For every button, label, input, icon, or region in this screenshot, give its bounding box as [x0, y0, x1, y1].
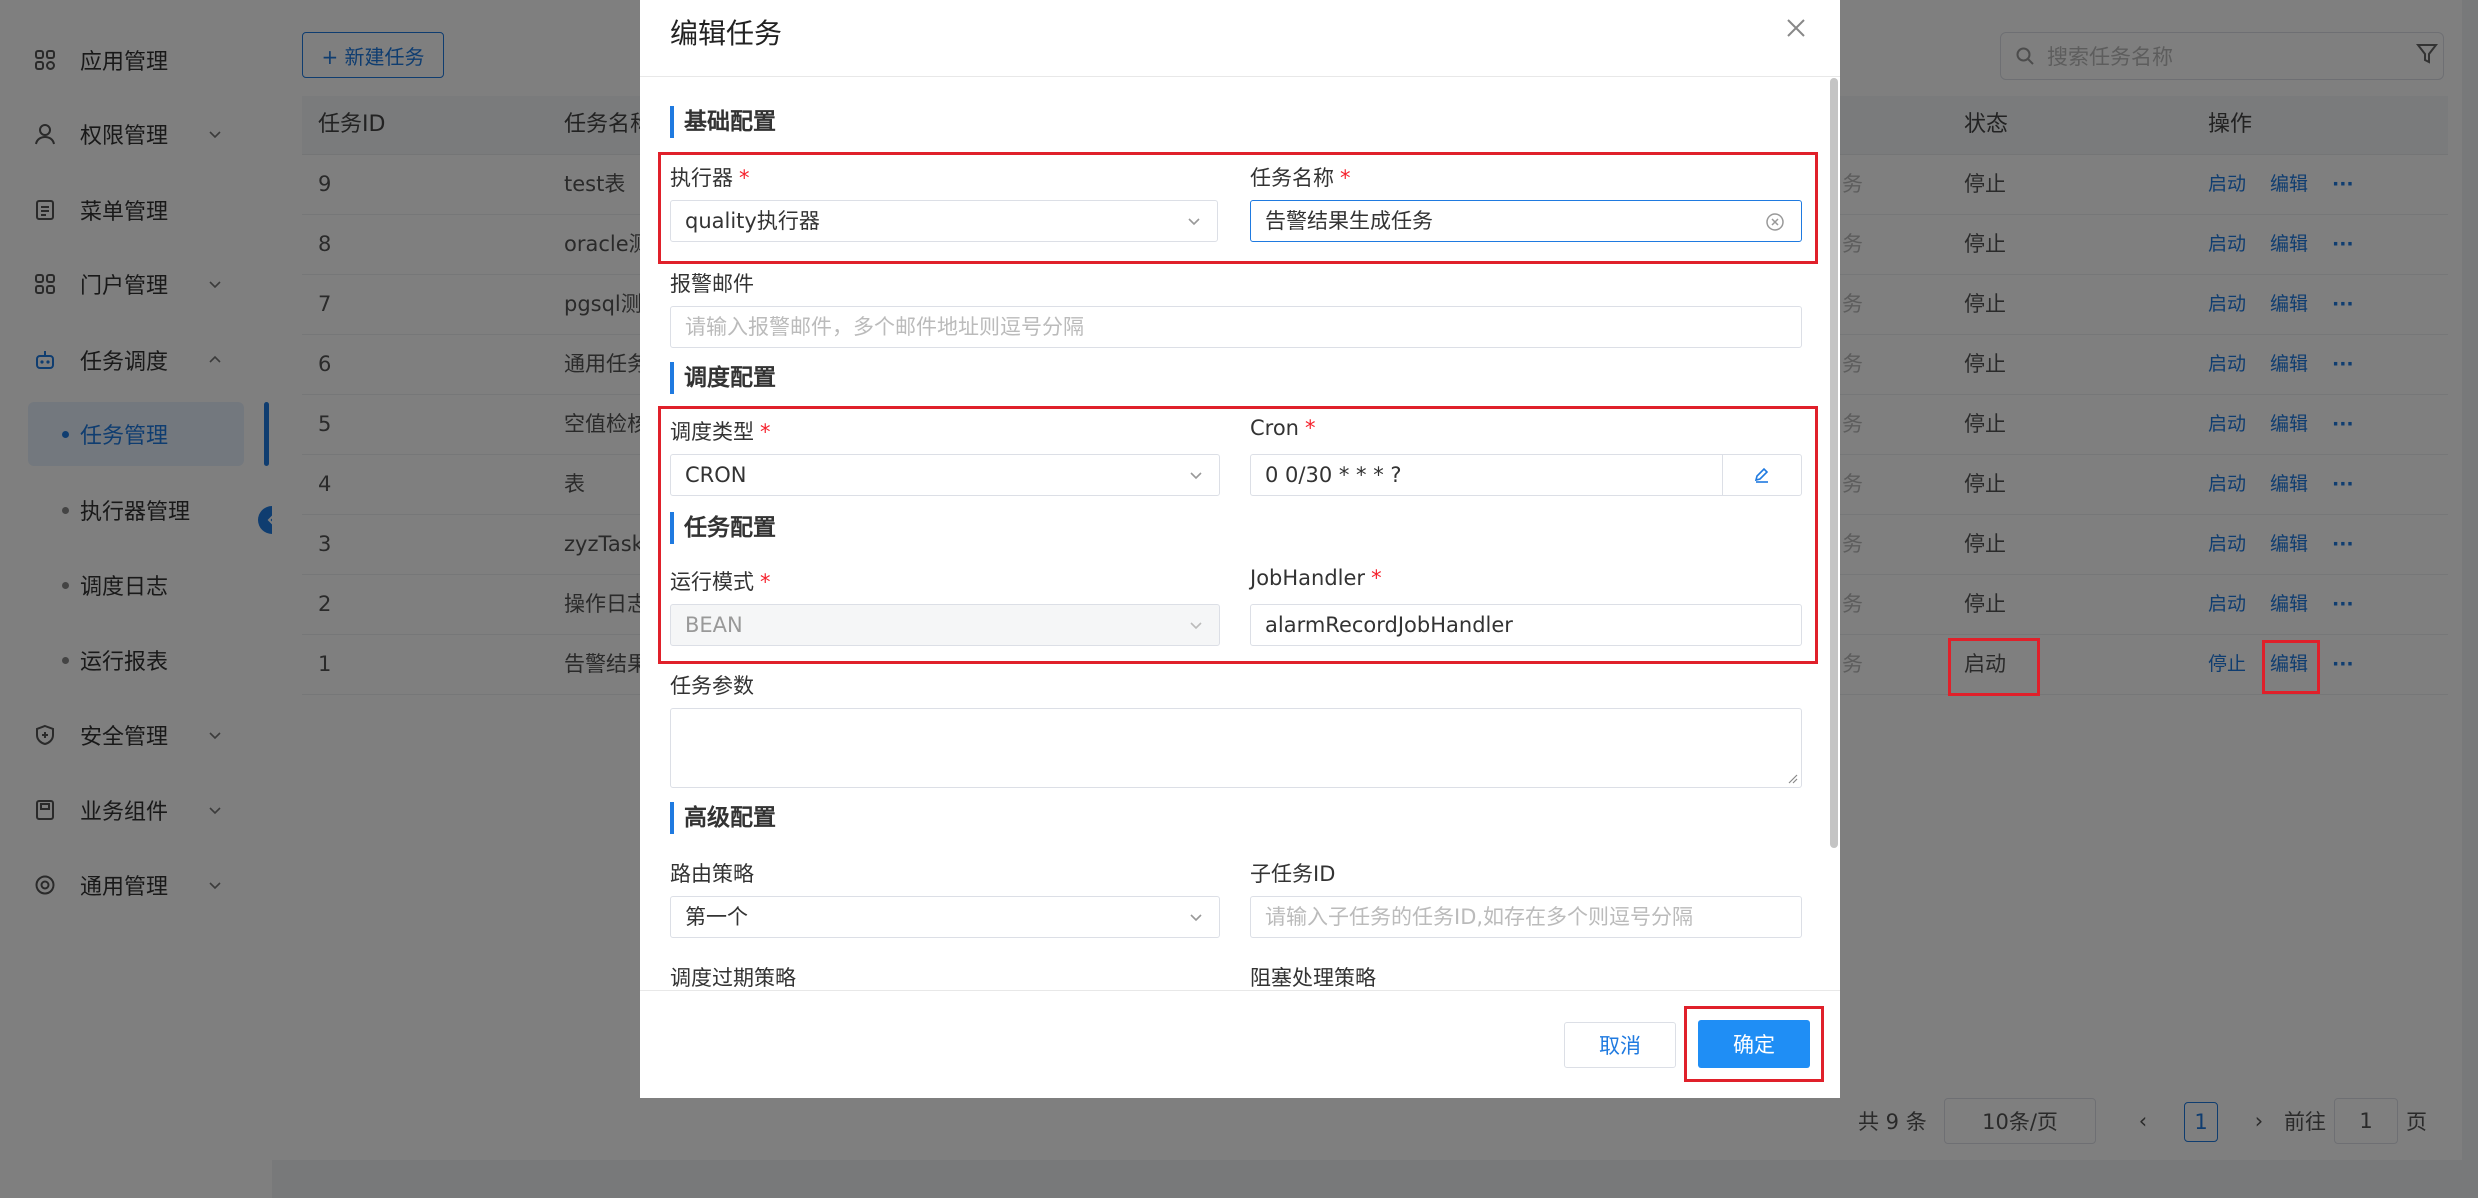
- highlight-basic-fields: [658, 152, 1818, 264]
- route-strategy-value: 第一个: [685, 905, 748, 929]
- highlight-status: [1948, 638, 2040, 696]
- alarm-email-input[interactable]: 请输入报警邮件，多个邮件地址则逗号分隔: [670, 306, 1802, 348]
- highlight-schedule-fields: [658, 406, 1818, 664]
- task-params-label: 任务参数: [670, 674, 754, 698]
- alarm-email-label: 报警邮件: [670, 272, 754, 296]
- expire-strategy-label: 调度过期策略: [670, 966, 796, 990]
- cancel-button[interactable]: 取消: [1564, 1022, 1676, 1068]
- dialog-title: 编辑任务: [670, 17, 783, 50]
- task-params-textarea[interactable]: [670, 708, 1802, 788]
- dialog-scrollbar[interactable]: [1830, 78, 1838, 848]
- edit-task-dialog: 编辑任务 基础配置 执行器 * quality执行器 任务名称 * 告警结果生成任务…: [640, 0, 1840, 1098]
- block-strategy-label: 阻塞处理策略: [1250, 966, 1376, 990]
- section-basic: 基础配置: [670, 106, 776, 138]
- highlight-edit: [2262, 640, 2320, 694]
- route-strategy-label: 路由策略: [670, 862, 754, 886]
- resize-handle-icon[interactable]: [1786, 772, 1798, 784]
- chevron-down-icon: [1190, 914, 1202, 922]
- child-task-label: 子任务ID: [1250, 862, 1336, 886]
- route-strategy-select[interactable]: 第一个: [670, 896, 1220, 938]
- section-schedule: 调度配置: [670, 362, 776, 394]
- section-advanced: 高级配置: [670, 802, 776, 834]
- dialog-header-divider: [640, 76, 1840, 77]
- highlight-confirm: [1684, 1006, 1824, 1082]
- dialog-footer-divider: [640, 990, 1840, 991]
- child-task-input[interactable]: 请输入子任务的任务ID,如存在多个则逗号分隔: [1250, 896, 1802, 938]
- close-icon[interactable]: [1782, 14, 1810, 42]
